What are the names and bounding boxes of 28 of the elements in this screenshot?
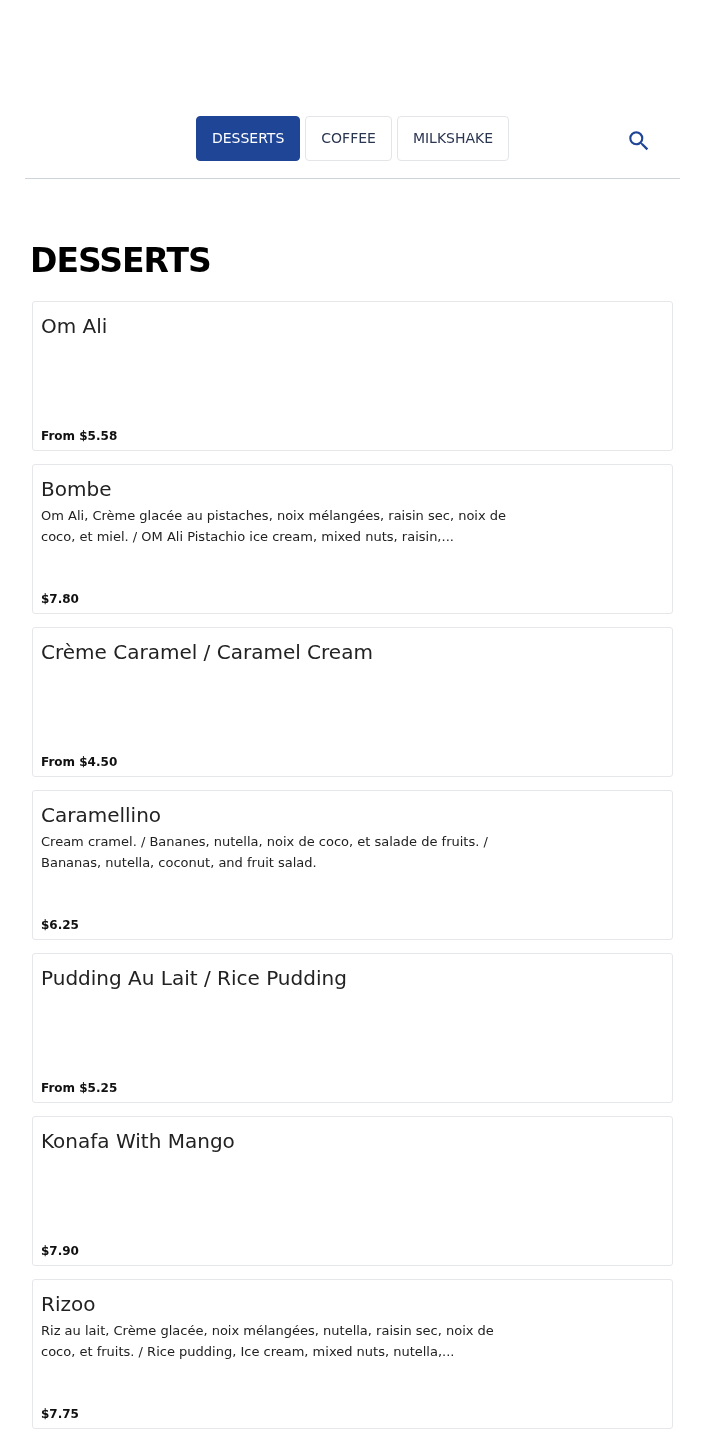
category-tab[interactable]: COFFEE	[305, 116, 392, 161]
item-price: From $5.58	[41, 428, 118, 445]
menu-item-card[interactable]: Konafa With Mango $7.90	[32, 1116, 673, 1266]
category-tab[interactable]: DESSERTS	[195, 116, 301, 161]
item-price: $7.90	[41, 1243, 79, 1260]
item-name: Bombe	[41, 476, 112, 503]
item-name: Rizoo	[41, 1291, 96, 1318]
menu-item-card[interactable]: Caramellino Cream cramel. / Bananes, nutella, noix de coco, et salade de fruits. / Bananas, nutella, coconut, and fruit salad. $6.25	[32, 790, 673, 940]
item-name: Om Ali	[41, 313, 108, 340]
item-name: Konafa With Mango	[41, 1128, 235, 1155]
menu-item-card[interactable]: Crème Caramel / Caramel Cream From $4.50	[32, 627, 673, 777]
menu-item-card[interactable]: Pudding Au Lait / Rice Pudding From $5.25	[32, 953, 673, 1103]
item-name: Crème Caramel / Caramel Cream	[41, 639, 373, 666]
menu-item-card[interactable]: Bombe Om Ali, Crème glacée au pistaches, noix mélangées, raisin sec, noix de coco, et miel. / OM Ali Pistachio ice cream, mixed nuts, raisin,... $7.80	[32, 464, 673, 614]
menu-item-card[interactable]: Rizoo Riz au lait, Crème glacée, noix mélangées, nutella, raisin sec, noix de coco, et fruits. / Rice pudding, Ice cream, mixed nuts, nutella,... $7.75	[32, 1279, 673, 1429]
item-description: Riz au lait, Crème glacée, noix mélangées, nutella, raisin sec, noix de coco, et fruits. / Rice pudding, Ice cream, mixed nuts, nutella,...	[41, 1322, 495, 1361]
item-price: $7.75	[41, 1406, 79, 1423]
item-price: From $4.50	[41, 754, 118, 771]
section-heading: DESSERTS	[30, 241, 211, 281]
menu-item-card[interactable]: Om Ali From $5.58	[32, 301, 673, 451]
item-description: Cream cramel. / Bananes, nutella, noix de coco, et salade de fruits. / Bananas, nutella, coconut, and fruit salad.	[41, 833, 489, 872]
item-price: $6.25	[41, 917, 79, 934]
item-price: From $5.25	[41, 1080, 118, 1097]
item-description: Om Ali, Crème glacée au pistaches, noix mélangées, raisin sec, noix de coco, et miel. / OM Ali Pistachio ice cream, mixed nuts, raisin,...	[41, 507, 508, 546]
item-price: $7.80	[41, 591, 79, 608]
category-tab[interactable]: MILKSHAKE	[396, 116, 510, 161]
item-name: Caramellino	[41, 802, 162, 829]
item-name: Pudding Au Lait / Rice Pudding	[41, 965, 347, 992]
